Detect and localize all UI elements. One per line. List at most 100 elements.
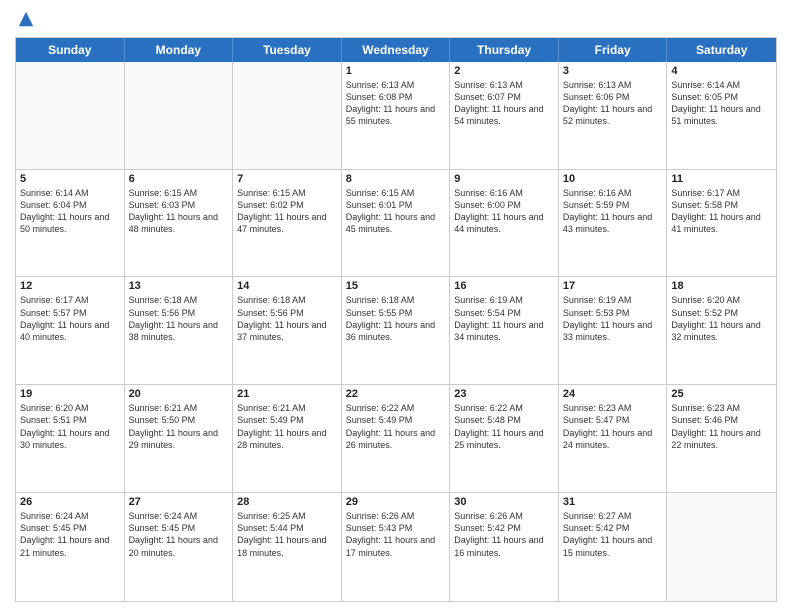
week-3: 12Sunrise: 6:17 AMSunset: 5:57 PMDayligh… <box>16 277 776 385</box>
cal-cell: 20Sunrise: 6:21 AMSunset: 5:50 PMDayligh… <box>125 385 234 492</box>
cell-info: Sunrise: 6:18 AMSunset: 5:56 PMDaylight:… <box>129 294 229 343</box>
cal-cell: 30 Sunrise: 6:26 AMSunset: 5:42 PMDayligh… <box>450 493 559 601</box>
cal-cell: 25 Sunrise: 6:23 AMSunset: 5:46 PMDayligh… <box>667 385 776 492</box>
day-number: 30 <box>454 496 554 508</box>
cell-info: Sunrise: 6:23 AMSunset: 5:47 PMDaylight:… <box>563 402 663 451</box>
cell-info: Sunrise: 6:17 AMSunset: 5:58 PMDaylight:… <box>671 187 772 236</box>
cal-cell <box>233 62 342 169</box>
cal-cell: 19 Sunrise: 6:20 AMSunset: 5:51 PMDayligh… <box>16 385 125 492</box>
day-number: 29 <box>346 496 446 508</box>
week-5: 26 Sunrise: 6:24 AMSunset: 5:45 PMDayligh… <box>16 493 776 601</box>
cal-cell: 14 Sunrise: 6:18 AMSunset: 5:56 PMDayligh… <box>233 277 342 384</box>
cell-info: Sunrise: 6:13 AMSunset: 6:06 PMDaylight:… <box>563 79 663 128</box>
cell-info: Sunrise: 6:25 AMSunset: 5:44 PMDaylight:… <box>237 510 337 559</box>
cal-cell: 4Sunrise: 6:14 AMSunset: 6:05 PMDaylight… <box>667 62 776 169</box>
day-number: 31 <box>563 496 663 508</box>
day-number: 14 <box>237 280 337 292</box>
cell-info: Sunrise: 6:22 AMSunset: 5:48 PMDaylight:… <box>454 402 554 451</box>
cell-info: Sunrise: 6:16 AMSunset: 5:59 PMDaylight:… <box>563 187 663 236</box>
cal-cell: 22 Sunrise: 6:22 AMSunset: 5:49 PMDayligh… <box>342 385 451 492</box>
cell-info: Sunrise: 6:27 AMSunset: 5:42 PMDaylight:… <box>563 510 663 559</box>
day-number: 7 <box>237 173 337 185</box>
day-number: 24 <box>563 388 663 400</box>
cell-info: Sunrise: 6:15 AMSunset: 6:01 PMDaylight:… <box>346 187 446 236</box>
calendar: SundayMondayTuesdayWednesdayThursdayFrid… <box>15 37 777 602</box>
day-number: 3 <box>563 65 663 77</box>
day-number: 19 <box>20 388 120 400</box>
cal-cell: 12Sunrise: 6:17 AMSunset: 5:57 PMDayligh… <box>16 277 125 384</box>
cal-cell: 24 Sunrise: 6:23 AMSunset: 5:47 PMDayligh… <box>559 385 668 492</box>
cal-cell: 11 Sunrise: 6:17 AMSunset: 5:58 PMDayligh… <box>667 170 776 277</box>
cal-cell: 3 Sunrise: 6:13 AMSunset: 6:06 PMDaylight… <box>559 62 668 169</box>
day-number: 5 <box>20 173 120 185</box>
cell-info: Sunrise: 6:19 AMSunset: 5:54 PMDaylight:… <box>454 294 554 343</box>
header-day-wednesday: Wednesday <box>342 38 451 62</box>
day-number: 13 <box>129 280 229 292</box>
cal-cell <box>16 62 125 169</box>
day-number: 18 <box>671 280 772 292</box>
day-number: 22 <box>346 388 446 400</box>
cell-info: Sunrise: 6:20 AMSunset: 5:52 PMDaylight:… <box>671 294 772 343</box>
day-number: 25 <box>671 388 772 400</box>
day-number: 11 <box>671 173 772 185</box>
cal-cell <box>125 62 234 169</box>
cal-cell: 15 Sunrise: 6:18 AMSunset: 5:55 PMDayligh… <box>342 277 451 384</box>
cal-cell <box>667 493 776 601</box>
cell-info: Sunrise: 6:26 AMSunset: 5:43 PMDaylight:… <box>346 510 446 559</box>
cell-info: Sunrise: 6:21 AMSunset: 5:49 PMDaylight:… <box>237 402 337 451</box>
cal-cell: 2 Sunrise: 6:13 AMSunset: 6:07 PMDaylight… <box>450 62 559 169</box>
cell-info: Sunrise: 6:14 AMSunset: 6:05 PMDaylight:… <box>671 79 772 128</box>
header-day-sunday: Sunday <box>16 38 125 62</box>
week-1: 1 Sunrise: 6:13 AMSunset: 6:08 PMDaylight… <box>16 62 776 170</box>
cal-cell: 31 Sunrise: 6:27 AMSunset: 5:42 PMDayligh… <box>559 493 668 601</box>
header-day-monday: Monday <box>125 38 234 62</box>
cell-info: Sunrise: 6:18 AMSunset: 5:55 PMDaylight:… <box>346 294 446 343</box>
cell-info: Sunrise: 6:13 AMSunset: 6:07 PMDaylight:… <box>454 79 554 128</box>
cal-cell: 26 Sunrise: 6:24 AMSunset: 5:45 PMDayligh… <box>16 493 125 601</box>
day-number: 28 <box>237 496 337 508</box>
cal-cell: 21 Sunrise: 6:21 AMSunset: 5:49 PMDayligh… <box>233 385 342 492</box>
day-number: 26 <box>20 496 120 508</box>
cal-cell: 23 Sunrise: 6:22 AMSunset: 5:48 PMDayligh… <box>450 385 559 492</box>
header-day-friday: Friday <box>559 38 668 62</box>
day-number: 16 <box>454 280 554 292</box>
header <box>15 10 777 33</box>
cal-cell: 8Sunrise: 6:15 AMSunset: 6:01 PMDaylight… <box>342 170 451 277</box>
cell-info: Sunrise: 6:24 AMSunset: 5:45 PMDaylight:… <box>20 510 120 559</box>
cal-cell: 13 Sunrise: 6:18 AMSunset: 5:56 PMDayligh… <box>125 277 234 384</box>
cal-cell: 5 Sunrise: 6:14 AMSunset: 6:04 PMDaylight… <box>16 170 125 277</box>
cell-info: Sunrise: 6:20 AMSunset: 5:51 PMDaylight:… <box>20 402 120 451</box>
cell-info: Sunrise: 6:26 AMSunset: 5:42 PMDaylight:… <box>454 510 554 559</box>
header-day-thursday: Thursday <box>450 38 559 62</box>
cal-cell: 29 Sunrise: 6:26 AMSunset: 5:43 PMDayligh… <box>342 493 451 601</box>
cell-info: Sunrise: 6:19 AMSunset: 5:53 PMDaylight:… <box>563 294 663 343</box>
page-container: SundayMondayTuesdayWednesdayThursdayFrid… <box>0 0 792 612</box>
logo-text <box>15 10 35 33</box>
cell-info: Sunrise: 6:13 AMSunset: 6:08 PMDaylight:… <box>346 79 446 128</box>
day-number: 2 <box>454 65 554 77</box>
cell-info: Sunrise: 6:14 AMSunset: 6:04 PMDaylight:… <box>20 187 120 236</box>
day-number: 21 <box>237 388 337 400</box>
cal-cell: 28 Sunrise: 6:25 AMSunset: 5:44 PMDayligh… <box>233 493 342 601</box>
day-number: 15 <box>346 280 446 292</box>
day-number: 9 <box>454 173 554 185</box>
day-number: 23 <box>454 388 554 400</box>
logo <box>15 10 35 33</box>
cell-info: Sunrise: 6:17 AMSunset: 5:57 PMDaylight:… <box>20 294 120 343</box>
day-number: 10 <box>563 173 663 185</box>
cell-info: Sunrise: 6:23 AMSunset: 5:46 PMDaylight:… <box>671 402 772 451</box>
cal-cell: 10 Sunrise: 6:16 AMSunset: 5:59 PMDayligh… <box>559 170 668 277</box>
cal-cell: 6Sunrise: 6:15 AMSunset: 6:03 PMDaylight… <box>125 170 234 277</box>
day-number: 17 <box>563 280 663 292</box>
cal-cell: 27Sunrise: 6:24 AMSunset: 5:45 PMDayligh… <box>125 493 234 601</box>
cell-info: Sunrise: 6:18 AMSunset: 5:56 PMDaylight:… <box>237 294 337 343</box>
day-number: 20 <box>129 388 229 400</box>
cell-info: Sunrise: 6:22 AMSunset: 5:49 PMDaylight:… <box>346 402 446 451</box>
calendar-header: SundayMondayTuesdayWednesdayThursdayFrid… <box>16 38 776 62</box>
cal-cell: 17 Sunrise: 6:19 AMSunset: 5:53 PMDayligh… <box>559 277 668 384</box>
day-number: 6 <box>129 173 229 185</box>
logo-icon <box>17 10 35 28</box>
cal-cell: 16 Sunrise: 6:19 AMSunset: 5:54 PMDayligh… <box>450 277 559 384</box>
day-number: 1 <box>346 65 446 77</box>
header-day-tuesday: Tuesday <box>233 38 342 62</box>
